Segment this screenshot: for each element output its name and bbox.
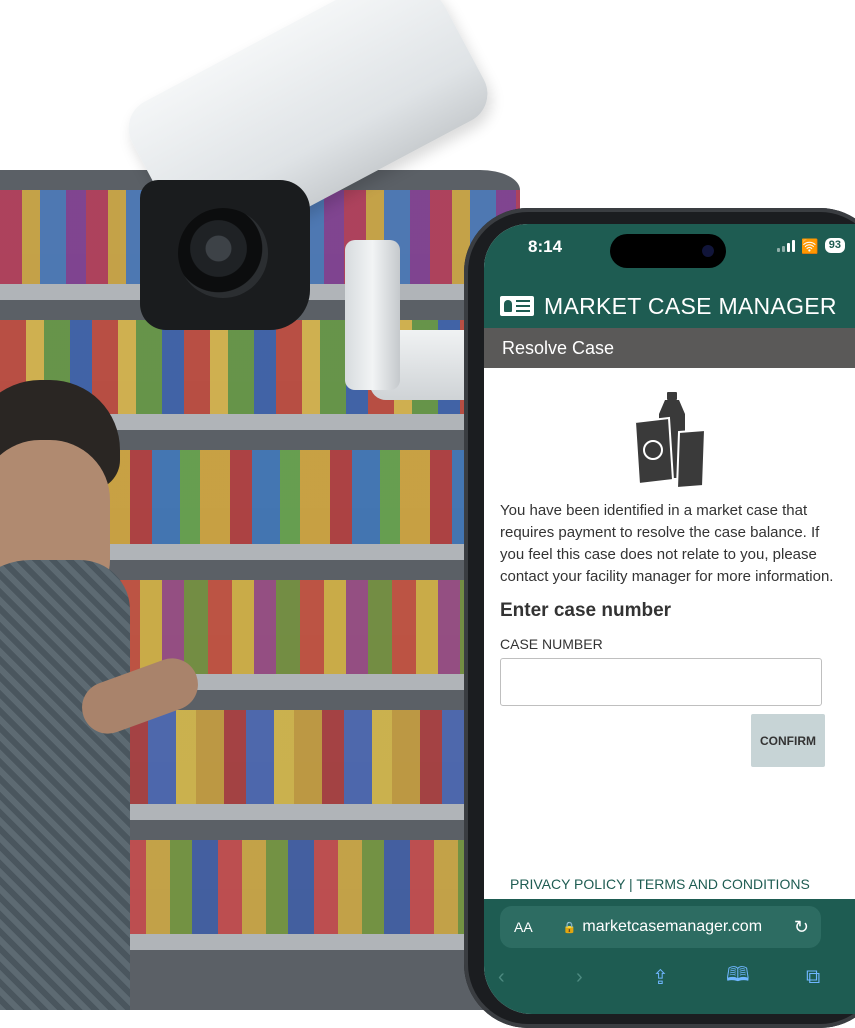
camera-dot [702, 245, 714, 257]
case-number-label: CASE NUMBER [500, 636, 603, 652]
page-title: Resolve Case [502, 337, 615, 358]
main-content: You have been identified in a market cas… [484, 392, 855, 767]
status-time: 8:14 [528, 237, 563, 256]
id-card-icon [500, 296, 534, 316]
case-number-input[interactable] [500, 658, 822, 706]
case-description: You have been identified in a market cas… [500, 502, 834, 585]
shopper-shirt [0, 560, 130, 1010]
share-icon[interactable]: ⇪ [652, 965, 669, 990]
confirm-button[interactable]: CONFIRM [751, 714, 825, 767]
shopper [0, 380, 206, 1010]
page-title-bar: Resolve Case [484, 328, 855, 368]
security-camera-icon [118, 0, 500, 410]
snack-bag-icon [633, 392, 706, 490]
url-text[interactable]: marketcasemanager.com [582, 918, 762, 936]
browser-bar: AA 🔒 marketcasemanager.com ↻ ‹ › ⇪ 🕮 ⧉ [484, 899, 855, 1014]
browser-toolbar: ‹ › ⇪ 🕮 ⧉ [484, 957, 855, 997]
battery-icon: 93 [824, 238, 845, 253]
tabs-icon[interactable]: ⧉ [806, 966, 820, 989]
section-title: Enter case number [500, 600, 672, 621]
lock-icon: 🔒 [562, 921, 577, 934]
app-title: MARKET CASE MANAGER [544, 292, 837, 319]
status-bar: 8:14 🛜 93 [484, 224, 855, 284]
reload-icon[interactable]: ↻ [794, 917, 809, 938]
reader-aa-button[interactable]: AA [514, 919, 533, 935]
forward-icon[interactable]: › [576, 966, 583, 989]
bookmarks-icon[interactable]: 🕮 [726, 960, 750, 994]
address-bar[interactable]: AA 🔒 marketcasemanager.com ↻ [500, 906, 821, 948]
app-header: MARKET CASE MANAGER [484, 284, 855, 328]
signal-icon [777, 239, 796, 252]
status-icons: 🛜 93 [777, 238, 845, 253]
phone-screen: 8:14 🛜 93 MARKET CASE MANAGER Resolve Ca… [484, 224, 855, 1014]
footer-links[interactable]: PRIVACY POLICY | TERMS AND CONDITIONS [510, 876, 810, 892]
camera-lens [178, 208, 268, 298]
confirm-row: CONFIRM [500, 714, 825, 767]
dynamic-island [610, 234, 726, 268]
wifi-icon: 🛜 [801, 237, 819, 254]
back-icon[interactable]: ‹ [498, 966, 505, 989]
camera-mount [345, 240, 400, 390]
